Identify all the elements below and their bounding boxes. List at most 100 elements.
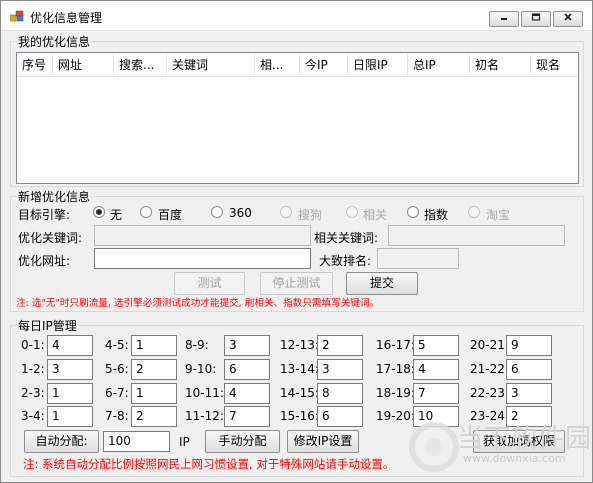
ip-slot-label: 18-19:	[376, 386, 415, 400]
ip-slot-input[interactable]: 1	[131, 383, 177, 404]
ip-slot-label: 2-3:	[21, 386, 45, 400]
app-icon	[10, 10, 24, 22]
engine-label: 目标引擎:	[18, 208, 71, 222]
engine-radio-index[interactable]	[407, 206, 419, 218]
ip-slot-input[interactable]: 5	[413, 335, 459, 356]
related-keyword-input[interactable]	[388, 225, 565, 246]
ip-slot-input[interactable]: 4	[413, 359, 459, 380]
engine-radio-related[interactable]	[346, 206, 358, 218]
ip-slot-input[interactable]: 2	[131, 359, 177, 380]
ip-slot-label: 17-18:	[376, 362, 415, 376]
column-header[interactable]: 网址	[53, 53, 114, 77]
url-label: 优化网址:	[18, 254, 71, 268]
ip-slot-input[interactable]: 6	[224, 359, 270, 380]
engine-radio-360[interactable]	[211, 206, 223, 218]
ip-slot-input[interactable]: 9	[506, 335, 552, 356]
ip-slot-label: 16-17:	[376, 338, 415, 352]
ip-slot-input[interactable]: 6	[317, 406, 363, 427]
engine-radio-taobao[interactable]	[468, 206, 480, 218]
close-button[interactable]	[553, 11, 583, 27]
column-header[interactable]: 日限IP	[348, 53, 408, 77]
ip-slot-label: 14-15:	[280, 386, 319, 400]
engine-option-label: 相关	[363, 208, 388, 222]
ip-slot-input[interactable]: 1	[47, 383, 93, 404]
ip-slot-label: 21-22:	[470, 362, 509, 376]
engine-radio-none[interactable]	[93, 206, 105, 218]
minimize-button[interactable]	[489, 11, 519, 27]
watermark-text: 当下软件园	[457, 424, 593, 454]
ip-slot-input[interactable]: 7	[224, 406, 270, 427]
info-list-header: 序号 网址 搜索... 关键词 相... 今IP 日限IP 总IP 初名 现名	[17, 53, 578, 77]
rank-input[interactable]	[377, 248, 459, 269]
column-header[interactable]: 今IP	[300, 53, 348, 77]
ip-slot-input[interactable]: 4	[224, 383, 270, 404]
ip-slot-input[interactable]: 2	[317, 335, 363, 356]
related-keyword-label: 相关关键词:	[314, 231, 379, 245]
daily-ip-group-label: 每日IP管理	[17, 317, 78, 334]
ip-slot-label: 1-2:	[21, 362, 45, 376]
minimize-icon	[490, 12, 518, 26]
ip-slot-label: 10-11:	[185, 386, 224, 400]
column-header[interactable]: 相...	[255, 53, 300, 77]
column-header[interactable]: 序号	[17, 53, 53, 77]
ip-slot-input[interactable]: 1	[131, 335, 177, 356]
ip-slot-input[interactable]: 1	[47, 406, 93, 427]
engine-option-label: 搜狗	[298, 208, 323, 222]
engine-option-label: 百度	[158, 208, 183, 222]
ip-slot-label: 22-23:	[470, 386, 509, 400]
ip-slot-input[interactable]: 6	[506, 359, 552, 380]
ip-slot-label: 7-8:	[105, 409, 129, 423]
ip-slot-label: 6-7:	[105, 386, 129, 400]
auto-allocate-button[interactable]: 自动分配:	[24, 430, 99, 453]
auto-ip-input[interactable]: 100	[103, 431, 170, 452]
engine-radio-baidu[interactable]	[140, 206, 152, 218]
main-window: 优化信息管理 我的优化信息 序号 网址 搜索... 关键词 相... 今IP 日…	[0, 0, 593, 483]
url-input[interactable]	[94, 248, 311, 269]
ip-slot-input[interactable]: 3	[224, 335, 270, 356]
modify-ip-button[interactable]: 修改IP设置	[287, 430, 359, 453]
ip-slot-label: 12-13:	[280, 338, 319, 352]
new-info-group-label: 新增优化信息	[17, 188, 92, 205]
keyword-input[interactable]	[94, 225, 311, 246]
ip-slot-input[interactable]: 2	[131, 406, 177, 427]
engine-option-label: 指数	[424, 208, 449, 222]
manual-allocate-button[interactable]: 手动分配	[205, 430, 280, 453]
engine-option-label: 淘宝	[486, 208, 511, 222]
engine-option-label: 360	[229, 206, 252, 220]
column-header[interactable]: 总IP	[408, 53, 470, 77]
rank-label: 大致排名:	[319, 254, 372, 268]
ip-unit-label: IP	[179, 435, 190, 449]
ip-slot-input[interactable]: 7	[413, 383, 459, 404]
test-button[interactable]: 测试	[174, 272, 245, 295]
ip-slot-label: 11-12:	[185, 409, 224, 423]
column-header[interactable]: 关键词	[167, 53, 255, 77]
ip-slot-label: 8-9:	[185, 338, 209, 352]
ip-slot-input[interactable]: 8	[317, 383, 363, 404]
new-info-note: 注: 选"无"时只刷流量, 选引擎必须测试成功才能提交, 刷相关、指数只需填写关…	[16, 298, 380, 309]
ip-slot-label: 13-14:	[280, 362, 319, 376]
column-header[interactable]: 初名	[470, 53, 531, 77]
title-bar: 优化信息管理	[1, 1, 592, 31]
ip-slot-input[interactable]: 3	[317, 359, 363, 380]
ip-slot-label: 3-4:	[21, 409, 45, 423]
submit-button[interactable]: 提交	[346, 272, 418, 295]
ip-slot-label: 0-1:	[21, 338, 45, 352]
ip-slot-label: 9-10:	[185, 362, 217, 376]
ip-slot-input[interactable]: 4	[47, 335, 93, 356]
ip-slot-label: 20-21:	[470, 338, 509, 352]
column-header[interactable]: 现名	[531, 53, 578, 77]
stop-test-button[interactable]: 停止测试	[260, 272, 333, 295]
column-header[interactable]: 搜索...	[114, 53, 167, 77]
my-info-group-label: 我的优化信息	[17, 33, 92, 50]
engine-radio-sogou[interactable]	[280, 206, 292, 218]
maximize-icon	[522, 12, 550, 26]
keyword-label: 优化关键词:	[18, 231, 83, 245]
ip-slot-input[interactable]: 3	[506, 383, 552, 404]
info-list[interactable]: 序号 网址 搜索... 关键词 相... 今IP 日限IP 总IP 初名 现名	[16, 52, 579, 184]
ip-slot-label: 5-6:	[105, 362, 129, 376]
ip-slot-input[interactable]: 3	[47, 359, 93, 380]
ip-slot-label: 4-5:	[105, 338, 129, 352]
maximize-button[interactable]	[521, 11, 551, 27]
engine-option-label: 无	[110, 208, 123, 222]
close-icon	[554, 12, 582, 26]
